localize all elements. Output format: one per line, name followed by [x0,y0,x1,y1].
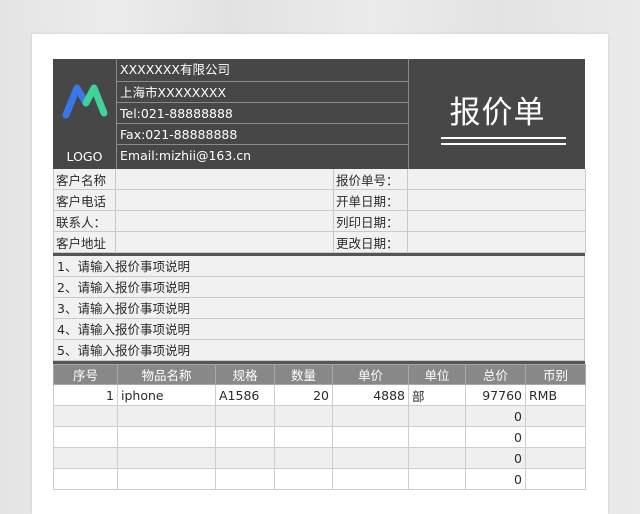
table-row: 0 [53,447,586,469]
customer-address-value[interactable] [115,231,334,253]
note-item[interactable]: 5、请输入报价事项说明 [53,340,585,361]
print-date-value[interactable] [407,210,586,232]
customer-fields: 客户名称 报价单号： 客户电话 开单日期： 联系人： 列印日期： 客户地址 更改… [53,169,586,253]
table-row: 0 [53,468,586,490]
cell-unit-price[interactable] [332,405,409,427]
contact-value[interactable] [115,210,334,232]
column-header-spec: 规格 [215,364,275,385]
table-header-row: 序号 物品名称 规格 数量 单价 单位 总价 币别 [53,364,586,385]
company-info: XXXXXXX有限公司 上海市XXXXXXXX Tel:021-88888888… [117,59,408,169]
customer-name-label: 客户名称 [53,169,116,190]
title-underline [441,137,566,139]
cell-index[interactable] [53,447,118,469]
issue-date-label: 开单日期： [333,189,408,211]
note-item[interactable]: 4、请输入报价事项说明 [53,319,585,340]
company-fax: Fax:021-88888888 [117,124,408,145]
cell-index[interactable] [53,426,118,448]
cell-index[interactable]: 1 [53,384,118,406]
header-block: LOGO XXXXXXX有限公司 上海市XXXXXXXX Tel:021-888… [53,59,585,169]
cell-currency[interactable] [525,468,586,490]
company-address: 上海市XXXXXXXX [117,82,408,103]
cell-quantity[interactable] [274,426,333,448]
column-header-total: 总价 [465,364,526,385]
print-date-label: 列印日期： [333,210,408,232]
cell-unit[interactable] [408,468,466,490]
cell-quantity[interactable]: 20 [274,384,333,406]
cell-spec[interactable] [215,405,275,427]
customer-phone-label: 客户电话 [53,189,116,211]
modify-date-label: 更改日期： [333,231,408,253]
cell-total[interactable]: 97760 [465,384,526,406]
cell-total[interactable]: 0 [465,405,526,427]
modify-date-value[interactable] [407,231,586,253]
customer-address-label: 客户地址 [53,231,116,253]
cell-currency[interactable] [525,447,586,469]
cell-quantity[interactable] [274,468,333,490]
cell-quantity[interactable] [274,405,333,427]
table-row: 0 [53,426,586,448]
note-item[interactable]: 3、请输入报价事项说明 [53,298,585,319]
issue-date-value[interactable] [407,189,586,211]
cell-unit-price[interactable] [332,447,409,469]
cell-total[interactable]: 0 [465,447,526,469]
cell-item-name[interactable] [117,468,216,490]
company-tel: Tel:021-88888888 [117,103,408,124]
note-item[interactable]: 1、请输入报价事项说明 [53,256,585,277]
cell-total[interactable]: 0 [465,426,526,448]
items-table: 序号 物品名称 规格 数量 单价 单位 总价 币别 1 iphone A1586… [53,364,586,490]
cell-unit[interactable] [408,405,466,427]
customer-phone-value[interactable] [115,189,334,211]
document-title: 报价单 [449,95,546,131]
cell-spec[interactable] [215,426,275,448]
title-underline [441,143,566,145]
cell-quantity[interactable] [274,447,333,469]
logo-area: LOGO [53,59,117,169]
column-header-unit-price: 单价 [332,364,409,385]
logo-icon [62,84,108,119]
cell-currency[interactable] [525,426,586,448]
cell-item-name[interactable] [117,426,216,448]
cell-spec[interactable] [215,468,275,490]
table-row: 0 [53,405,586,427]
cell-item-name[interactable] [117,447,216,469]
notes-section: 1、请输入报价事项说明 2、请输入报价事项说明 3、请输入报价事项说明 4、请输… [53,256,585,361]
column-header-unit: 单位 [408,364,466,385]
logo-label: LOGO [66,149,103,164]
cell-unit-price[interactable] [332,468,409,490]
cell-index[interactable] [53,405,118,427]
cell-unit-price[interactable]: 4888 [332,384,409,406]
column-header-index: 序号 [53,364,118,385]
column-header-quantity: 数量 [274,364,333,385]
quote-number-value[interactable] [407,169,586,190]
company-name: XXXXXXX有限公司 [117,59,408,82]
quote-number-label: 报价单号： [333,169,408,190]
quote-sheet: LOGO XXXXXXX有限公司 上海市XXXXXXXX Tel:021-888… [53,59,586,490]
cell-currency[interactable] [525,405,586,427]
column-header-currency: 币别 [525,364,586,385]
column-header-item-name: 物品名称 [117,364,216,385]
cell-unit-price[interactable] [332,426,409,448]
cell-total[interactable]: 0 [465,468,526,490]
cell-index[interactable] [53,468,118,490]
cell-item-name[interactable]: iphone [117,384,216,406]
contact-label: 联系人： [53,210,116,232]
title-area: 报价单 [408,59,586,169]
cell-spec[interactable] [215,447,275,469]
cell-currency[interactable]: RMB [525,384,586,406]
cell-item-name[interactable] [117,405,216,427]
cell-unit[interactable] [408,447,466,469]
cell-unit[interactable] [408,426,466,448]
cell-spec[interactable]: A1586 [215,384,275,406]
cell-unit[interactable]: 部 [408,384,466,406]
table-row: 1 iphone A1586 20 4888 部 97760 RMB [53,384,586,406]
customer-name-value[interactable] [115,169,334,190]
company-email: Email:mizhii@163.cn [120,148,252,163]
note-item[interactable]: 2、请输入报价事项说明 [53,277,585,298]
